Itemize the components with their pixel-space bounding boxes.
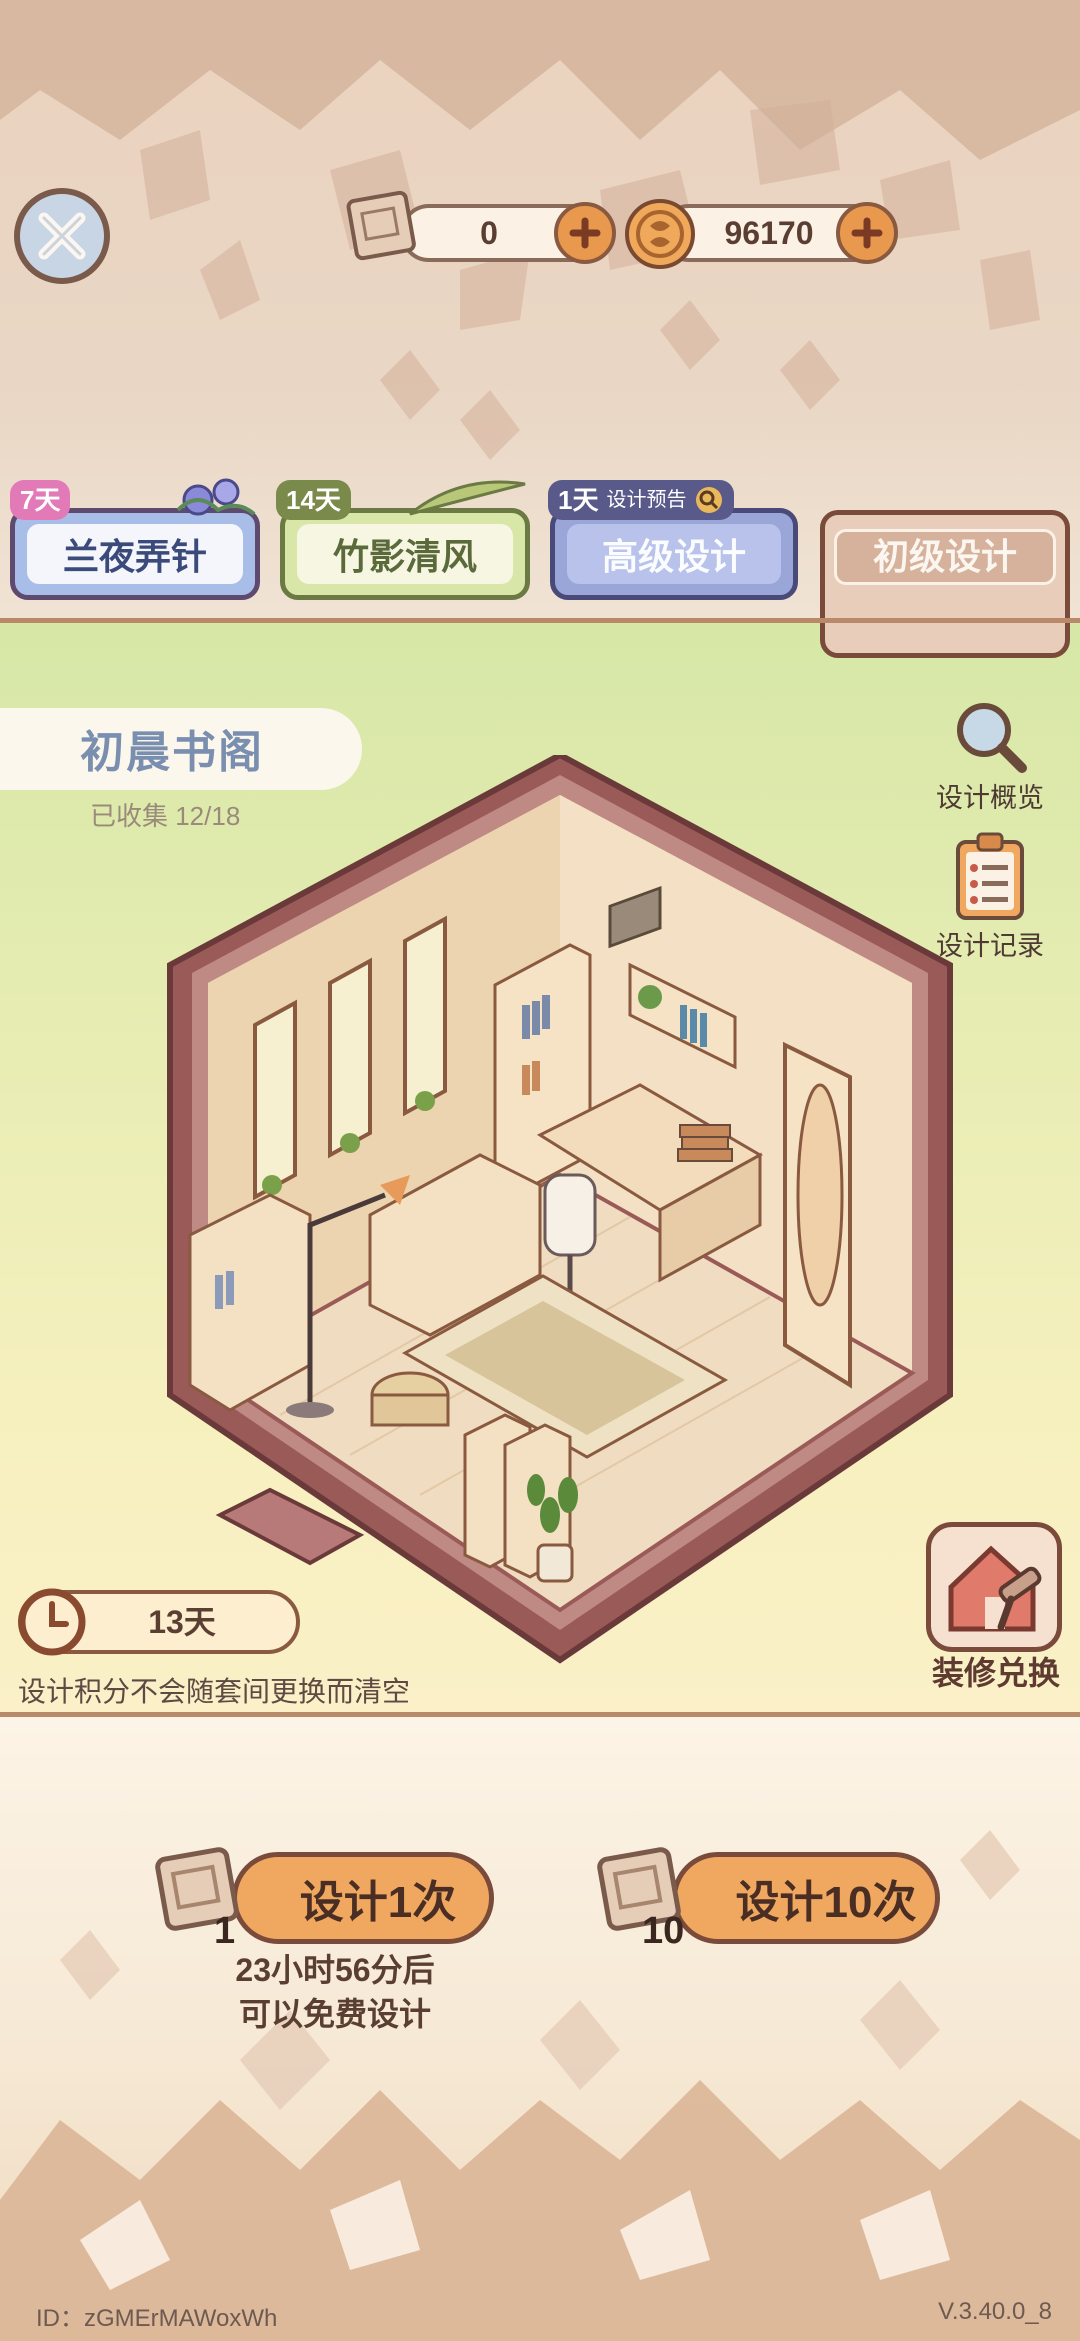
tab-advanced-design[interactable]: 高级设计 <box>550 508 798 600</box>
close-icon <box>38 212 86 260</box>
bamboo-leaf-icon <box>409 480 526 516</box>
add-blueprint-button[interactable] <box>554 202 616 264</box>
design-ten-button[interactable]: 设计10次 <box>672 1852 940 1944</box>
preview-search-icon <box>696 487 723 513</box>
house-roller-icon <box>948 1545 1042 1632</box>
design-once-cost: 1 <box>214 1910 236 1952</box>
footer-background <box>0 1715 1080 2341</box>
coin-icon <box>625 199 695 269</box>
design-ten-cost: 10 <box>642 1910 685 1952</box>
tab-basic-design[interactable]: 初级设计 <box>820 510 1070 658</box>
flower-icon <box>176 478 256 516</box>
blueprint-counter: 0 <box>400 202 616 264</box>
tab-zhuying-badge: 14天 <box>276 480 351 520</box>
renovate-exchange-label: 装修兑换 <box>931 1655 1060 1691</box>
points-notice: 设计积分不会随套间更换而清空 <box>18 1676 411 1707</box>
plus-icon <box>569 217 601 249</box>
clock-icon <box>18 1588 86 1656</box>
player-id: ID：zGMErMAWoxWh <box>36 2305 278 2332</box>
design-once-button[interactable]: 设计1次 <box>232 1852 494 1944</box>
add-coin-button[interactable] <box>836 202 898 264</box>
tab-divider <box>0 618 1080 623</box>
magnifier-icon <box>957 703 1027 773</box>
room-illustration <box>167 755 953 1664</box>
version-label: V.3.40.0_8 <box>938 2298 1052 2325</box>
blueprint-scroll-icon <box>346 190 416 261</box>
tab-advanced-badge: 1天 设计预告 <box>548 480 735 520</box>
close-button[interactable] <box>14 188 110 284</box>
room-divider <box>0 1712 1080 1717</box>
plus-icon <box>851 217 883 249</box>
clipboard-icon <box>956 832 1024 920</box>
free-design-hint: 23小时56分后 可以免费设计 <box>235 1952 435 2032</box>
tab-lanye-badge: 7天 <box>10 480 71 520</box>
renovate-exchange-button[interactable] <box>926 1522 1062 1652</box>
